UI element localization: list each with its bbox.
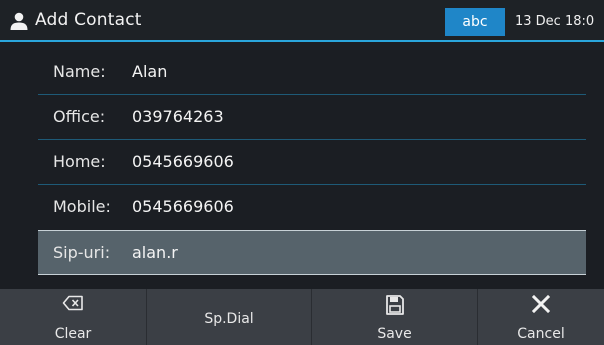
save-button[interactable]: Save <box>311 289 477 345</box>
field-label: Sip-uri: <box>53 243 111 262</box>
contact-form: Name: Alan Office: 039764263 Home: 05456… <box>38 50 586 275</box>
field-home[interactable]: Home: 0545669606 <box>38 140 586 185</box>
clear-button[interactable]: Clear <box>0 289 146 345</box>
save-label: Save <box>377 326 412 342</box>
field-sip-uri[interactable]: Sip-uri: alan.r <box>38 230 586 275</box>
cancel-button[interactable]: Cancel <box>477 289 604 345</box>
person-icon <box>10 12 28 30</box>
field-label: Mobile: <box>53 197 111 216</box>
softkey-bar: Clear Sp.Dial Save Cancel <box>0 289 604 345</box>
clear-label: Clear <box>54 326 92 342</box>
name-input[interactable]: Alan <box>132 62 167 81</box>
office-input[interactable]: 039764263 <box>132 107 224 126</box>
cancel-label: Cancel <box>517 326 565 342</box>
title-bar: Add Contact abc 13 Dec 18:0 <box>0 0 604 42</box>
speed-dial-label: Sp.Dial <box>204 311 254 327</box>
screen: Add Contact abc 13 Dec 18:0 Name: Alan O… <box>0 0 604 345</box>
backspace-icon <box>62 295 83 311</box>
field-label: Home: <box>53 152 106 171</box>
field-mobile[interactable]: Mobile: 0545669606 <box>38 185 586 230</box>
mobile-input[interactable]: 0545669606 <box>132 197 234 216</box>
field-label: Office: <box>53 107 106 126</box>
close-icon <box>532 295 550 313</box>
speed-dial-button[interactable]: Sp.Dial <box>146 289 311 345</box>
page-title: Add Contact <box>35 10 142 30</box>
date-time: 13 Dec 18:0 <box>515 14 595 29</box>
field-label: Name: <box>53 62 106 81</box>
home-input[interactable]: 0545669606 <box>132 152 234 171</box>
input-mode-badge[interactable]: abc <box>445 8 505 36</box>
field-office[interactable]: Office: 039764263 <box>38 95 586 140</box>
field-name[interactable]: Name: Alan <box>38 50 586 95</box>
save-icon <box>385 295 404 315</box>
sip-uri-input[interactable]: alan.r <box>132 243 178 262</box>
